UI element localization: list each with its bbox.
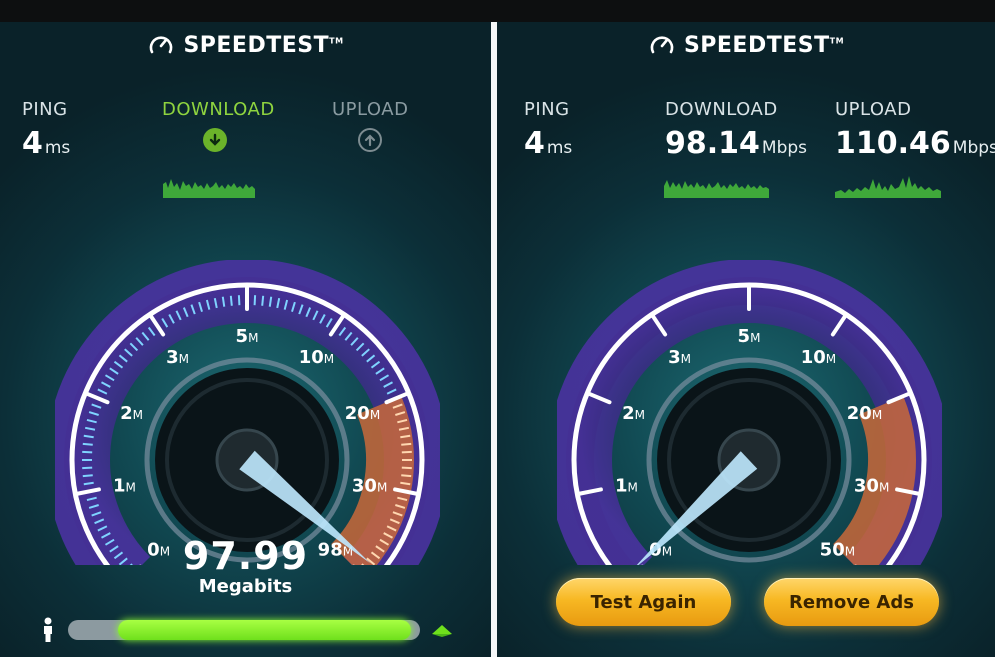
gauge-tick-label: 2M: [120, 403, 143, 424]
test-progress-bar: [68, 620, 420, 640]
speedometer-icon: [150, 36, 173, 54]
speedometer-icon: [650, 36, 674, 54]
test-progress-fill: [118, 620, 411, 640]
ping-value: 4 ms: [524, 126, 573, 161]
gauge-tick-label: 2M: [622, 403, 645, 424]
gauge-minor-tick: [261, 295, 265, 306]
upload-label: UPLOAD: [332, 99, 409, 120]
server-arrow-icon: [432, 625, 452, 637]
logo-text: SPEEDTESTTM: [183, 32, 344, 58]
gauge-tick-label: 5M: [738, 326, 761, 347]
speedtest-logo: SPEEDTESTTM: [497, 28, 995, 62]
gauge-tick-label: 1M: [615, 475, 638, 496]
gauge-minor-tick: [229, 295, 233, 306]
ping-metric: PING 4 ms: [524, 99, 572, 161]
download-sparkline: [163, 179, 255, 198]
gauge-tick-label: 5M: [236, 326, 259, 347]
speed-gauge: 0M1M2M3M5M10M20M30M50M: [557, 260, 942, 565]
ping-metric: PING 4 ms: [22, 99, 70, 161]
upload-metric: UPLOAD 110.46 Mbps: [835, 99, 995, 161]
download-label: DOWNLOAD: [665, 99, 778, 120]
gauge-tick-label: 3M: [166, 347, 189, 368]
gauge-tick-label: 3M: [668, 347, 691, 368]
download-label: DOWNLOAD: [162, 99, 275, 120]
gauge-minor-tick: [401, 442, 412, 446]
download-metric: DOWNLOAD: [162, 99, 275, 120]
left-panel-testing: SPEEDTESTTM PING 4 ms DOWNLOAD UPLOAD 0M 1…: [0, 22, 491, 657]
ping-value: 4 ms: [22, 126, 71, 161]
current-speed-unit: Megabits: [198, 576, 293, 597]
gauge-minor-tick: [82, 442, 93, 446]
speedtest-logo: SPEEDTESTTM: [0, 28, 491, 62]
remove-ads-button[interactable]: Remove Ads: [764, 578, 939, 626]
upload-metric: UPLOAD: [332, 99, 408, 120]
gauge-minor-tick: [401, 474, 412, 478]
upload-sparkline: [835, 176, 941, 198]
top-bar: [0, 0, 995, 22]
download-metric: DOWNLOAD 98.14 Mbps: [665, 99, 807, 161]
test-again-button[interactable]: Test Again: [556, 578, 731, 626]
gauge-tick-label: 1M: [113, 475, 136, 496]
person-icon: [44, 617, 52, 642]
upload-label: UPLOAD: [835, 99, 912, 120]
upload-value: 110.46 Mbps: [835, 126, 995, 161]
right-panel-results: SPEEDTESTTM PING 4 ms DOWNLOAD 98.14 Mbps …: [497, 22, 995, 657]
download-value: 98.14 Mbps: [665, 126, 808, 161]
ping-label: PING: [22, 99, 68, 120]
gauge-minor-tick: [82, 474, 93, 478]
current-speed-value: 97.99: [182, 534, 309, 578]
arrow-up-icon: [358, 128, 382, 152]
arrow-down-icon: [203, 128, 227, 152]
logo-text: SPEEDTESTTM: [683, 32, 845, 58]
gauge-tick-label: 10M: [299, 347, 334, 368]
gauge-tick-label: 10M: [801, 347, 836, 368]
download-sparkline: [664, 180, 769, 198]
speed-gauge: 0M1M2M3M5M10M20M30M98M: [55, 260, 440, 565]
ping-label: PING: [524, 99, 570, 120]
